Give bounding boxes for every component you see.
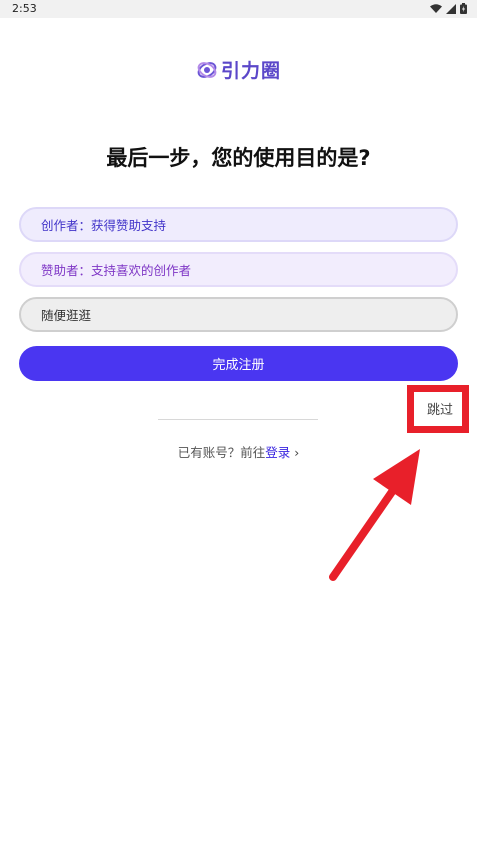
chevron-right-icon[interactable]: ›	[294, 445, 299, 460]
skip-button[interactable]: 跳过	[427, 399, 453, 418]
option-sponsor[interactable]: 赞助者：支持喜欢的创作者	[19, 252, 458, 287]
complete-registration-label: 完成注册	[212, 358, 265, 373]
divider	[158, 419, 318, 420]
login-link[interactable]: 登录	[265, 445, 290, 460]
signal-icon	[446, 3, 456, 14]
orbit-logo-icon	[197, 61, 217, 78]
option-browse[interactable]: 随便逛逛	[19, 297, 458, 332]
status-icons	[430, 3, 467, 14]
option-creator-label: 创作者：获得赞助支持	[41, 218, 167, 233]
login-prompt: 已有账号？前往	[177, 445, 266, 460]
option-creator[interactable]: 创作者：获得赞助支持	[19, 207, 458, 242]
logo-text: 引力圈	[221, 60, 282, 82]
annotation-arrow	[329, 449, 420, 581]
option-sponsor-label: 赞助者：支持喜欢的创作者	[41, 263, 192, 278]
battery-icon	[460, 3, 467, 14]
option-browse-label: 随便逛逛	[41, 308, 92, 323]
page-title: 最后一步，您的使用目的是?	[106, 146, 371, 170]
wifi-icon	[430, 3, 442, 13]
login-row: 已有账号？前往登录 ›	[0, 442, 477, 461]
app-logo: 引力圈	[197, 56, 281, 83]
status-time: 2:53	[12, 2, 37, 15]
complete-registration-button[interactable]: 完成注册	[19, 346, 458, 381]
arrow-shaft	[329, 469, 409, 581]
status-bar: 2:53	[0, 0, 477, 18]
